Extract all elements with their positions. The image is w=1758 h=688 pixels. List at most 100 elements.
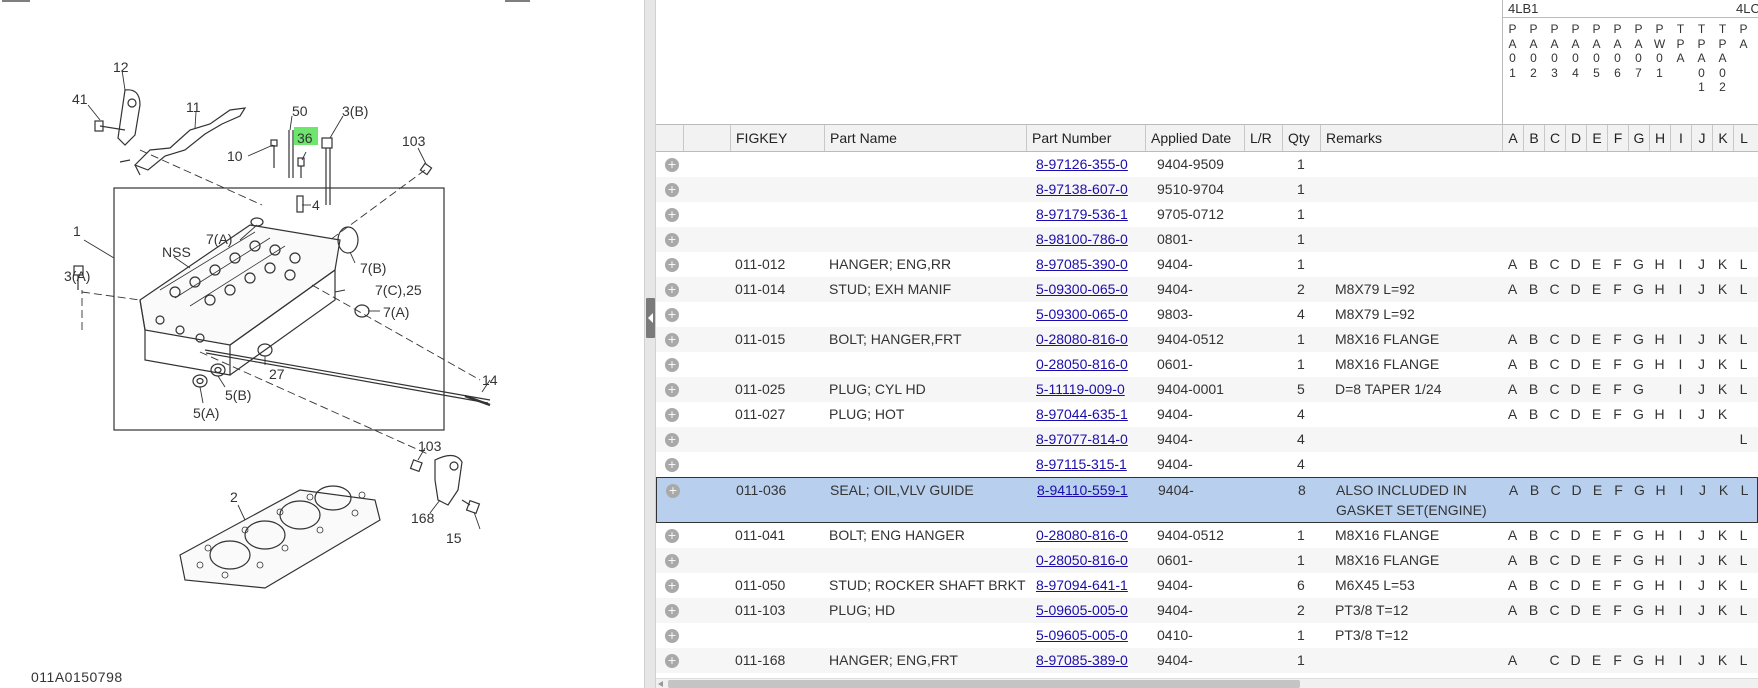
- table-row[interactable]: +011-041 BOLT; ENG HANGER 0-28080-816-0 940…: [656, 523, 1758, 548]
- table-row[interactable]: +011-025 PLUG; CYL HD 5-11119-009-0 9404-00…: [656, 377, 1758, 402]
- callout-nss[interactable]: NSS: [162, 244, 191, 260]
- part-number-link[interactable]: 8-97126-355-0: [1036, 152, 1151, 174]
- applicability-cell: B: [1528, 356, 1539, 372]
- applicability-cell: H: [1654, 527, 1665, 543]
- part-number-link[interactable]: 8-97044-635-1: [1036, 402, 1151, 424]
- plus-circle-icon[interactable]: +: [665, 233, 679, 247]
- callout-168[interactable]: 168: [411, 510, 435, 526]
- callout-2[interactable]: 2: [230, 489, 238, 505]
- callout-1[interactable]: 1: [73, 223, 81, 239]
- callout-7a-top[interactable]: 7(A): [206, 231, 232, 247]
- table-row[interactable]: +5-09300-065-0 9803- 4 M8X79 L=92: [656, 302, 1758, 327]
- model-group-label-next: 4LC: [1736, 1, 1758, 16]
- callout-41[interactable]: 41: [72, 91, 88, 107]
- callout-5b[interactable]: 5(B): [225, 387, 251, 403]
- table-row[interactable]: +8-97115-315-1 9404- 4: [656, 452, 1758, 477]
- plus-circle-icon[interactable]: +: [665, 458, 679, 472]
- table-row[interactable]: +8-98100-786-0 0801- 1: [656, 227, 1758, 252]
- callout-7a-side[interactable]: 7(A): [383, 304, 409, 320]
- table-row[interactable]: +0-28050-816-0 0601- 1 M8X16 FLANGE A B C D E F G H…: [656, 352, 1758, 377]
- part-number-link[interactable]: 8-97138-607-0: [1036, 177, 1151, 199]
- part-number-link[interactable]: 5-11119-009-0: [1036, 377, 1151, 399]
- table-row[interactable]: +011-012 HANGER; ENG,RR 8-97085-390-0 9404-…: [656, 252, 1758, 277]
- table-row[interactable]: +011-015 BOLT; HANGER,FRT 0-28080-816-0 940…: [656, 327, 1758, 352]
- plus-circle-icon[interactable]: +: [665, 604, 679, 618]
- table-row[interactable]: +011-027 PLUG; HOT 8-97044-635-1 9404- 4 A B C D…: [656, 402, 1758, 427]
- lr-cell: [1252, 648, 1282, 650]
- callout-3b[interactable]: 3(B): [342, 103, 368, 119]
- callout-7c-25[interactable]: 7(C),25: [375, 282, 422, 298]
- plus-circle-icon[interactable]: +: [665, 283, 679, 297]
- panel-splitter[interactable]: [644, 0, 656, 688]
- scrollbar-thumb[interactable]: [668, 680, 1300, 688]
- plus-circle-icon[interactable]: +: [665, 579, 679, 593]
- qty-cell: 6: [1297, 577, 1305, 593]
- part-number-link[interactable]: 5-09300-065-0: [1036, 302, 1151, 324]
- table-row[interactable]: +011-036 SEAL; OIL,VLV GUIDE 8-94110-559-1…: [656, 477, 1758, 523]
- part-number-link[interactable]: 0-28050-816-0: [1036, 548, 1151, 570]
- applicability-cell: E: [1591, 356, 1602, 372]
- plus-circle-icon[interactable]: +: [665, 208, 679, 222]
- applicability-cell: D: [1570, 527, 1581, 543]
- part-number-link[interactable]: 0-28080-816-0: [1036, 523, 1151, 545]
- plus-circle-icon[interactable]: +: [665, 654, 679, 668]
- part-number-link[interactable]: 8-98100-786-0: [1036, 227, 1151, 249]
- plus-circle-icon[interactable]: +: [665, 308, 679, 322]
- callout-7b[interactable]: 7(B): [360, 260, 386, 276]
- callout-14[interactable]: 14: [482, 372, 498, 388]
- part-number-link[interactable]: 8-97085-389-0: [1036, 648, 1151, 670]
- plus-circle-icon[interactable]: +: [665, 158, 679, 172]
- part-number-link[interactable]: 5-09300-065-0: [1036, 277, 1151, 299]
- plus-circle-icon[interactable]: +: [665, 433, 679, 447]
- plus-circle-icon[interactable]: +: [665, 383, 679, 397]
- part-number-link[interactable]: 8-97094-641-1: [1036, 573, 1151, 595]
- applicability-cell: L: [1739, 256, 1748, 272]
- table-row[interactable]: +8-97077-814-0 9404- 4 L: [656, 427, 1758, 452]
- plus-circle-icon[interactable]: +: [665, 554, 679, 568]
- callout-27[interactable]: 27: [269, 366, 285, 382]
- plus-circle-icon[interactable]: +: [665, 358, 679, 372]
- table-row[interactable]: +011-014 STUD; EXH MANIF 5-09300-065-0 9404…: [656, 277, 1758, 302]
- plus-circle-icon[interactable]: +: [665, 529, 679, 543]
- callout-11[interactable]: 11: [186, 99, 201, 115]
- table-row[interactable]: +011-050 STUD; ROCKER SHAFT BRKT 8-97094-6…: [656, 573, 1758, 598]
- table-row[interactable]: +011-103 PLUG; HD 5-09605-005-0 9404- 2 PT3/8…: [656, 598, 1758, 623]
- callout-4[interactable]: 4: [312, 197, 320, 213]
- collapse-arrow-icon[interactable]: [646, 298, 655, 338]
- part-number-link[interactable]: 8-97115-315-1: [1036, 452, 1151, 474]
- callout-15[interactable]: 15: [446, 530, 462, 546]
- part-number-link[interactable]: 5-09605-005-0: [1036, 623, 1151, 645]
- part-number-link[interactable]: 5-09605-005-0: [1036, 598, 1151, 620]
- applicability-cell: I: [1679, 482, 1684, 498]
- table-row[interactable]: +8-97179-536-1 9705-0712 1: [656, 202, 1758, 227]
- table-row[interactable]: +5-09605-005-0 0410- 1 PT3/8 T=12: [656, 623, 1758, 648]
- part-number-link[interactable]: 8-97077-814-0: [1036, 427, 1151, 449]
- part-number-link[interactable]: 8-97085-390-0: [1036, 252, 1151, 274]
- part-number-link[interactable]: 0-28080-816-0: [1036, 327, 1151, 349]
- callout-5a[interactable]: 5(A): [193, 405, 219, 421]
- callout-36[interactable]: 36: [297, 130, 313, 146]
- part-number-link[interactable]: 8-97179-536-1: [1036, 202, 1151, 224]
- callout-103-bottom[interactable]: 103: [418, 438, 442, 454]
- callout-3a[interactable]: 3(A): [64, 268, 90, 284]
- plus-circle-icon[interactable]: +: [665, 629, 679, 643]
- table-row[interactable]: +8-97126-355-0 9404-9509 1: [656, 152, 1758, 177]
- remarks-cell: [1335, 227, 1495, 229]
- plus-circle-icon[interactable]: +: [666, 484, 680, 498]
- plus-circle-icon[interactable]: +: [665, 333, 679, 347]
- callout-10[interactable]: 10: [227, 148, 243, 164]
- plus-circle-icon[interactable]: +: [665, 258, 679, 272]
- table-row[interactable]: +8-97138-607-0 9510-9704 1: [656, 177, 1758, 202]
- callout-50[interactable]: 50: [292, 103, 308, 119]
- table-row[interactable]: +011-168 HANGER; ENG,FRT 8-97085-389-0 9404…: [656, 648, 1758, 673]
- part-number-link[interactable]: 0-28050-816-0: [1036, 352, 1151, 374]
- plus-circle-icon[interactable]: +: [665, 183, 679, 197]
- scroll-left-icon[interactable]: [658, 681, 663, 687]
- callout-103-top[interactable]: 103: [402, 133, 426, 149]
- plus-circle-icon[interactable]: +: [665, 408, 679, 422]
- callout-12[interactable]: 12: [113, 59, 129, 75]
- table-row[interactable]: +0-28050-816-0 0601- 1 M8X16 FLANGE A B C D E F G H…: [656, 548, 1758, 573]
- part-name-cell: [829, 427, 1029, 429]
- part-number-link[interactable]: 8-94110-559-1: [1037, 478, 1152, 500]
- horizontal-scrollbar[interactable]: [656, 678, 1758, 688]
